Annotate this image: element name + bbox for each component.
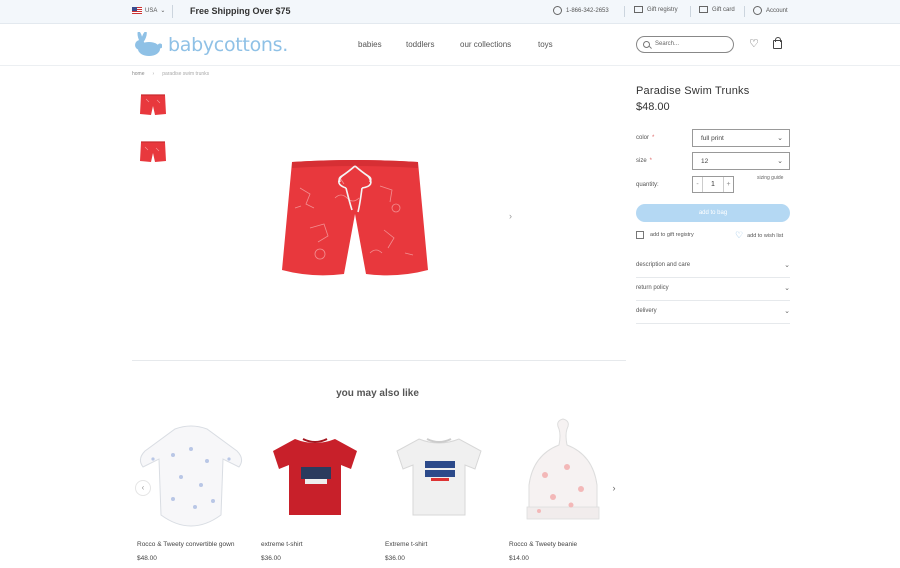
- nav-toys[interactable]: toys: [538, 40, 553, 49]
- divider: [744, 6, 745, 17]
- nav-toddlers[interactable]: toddlers: [406, 40, 434, 49]
- account-link[interactable]: Account: [753, 6, 788, 15]
- qty-value[interactable]: 1: [703, 177, 723, 192]
- color-select[interactable]: full print ⌄: [692, 129, 790, 147]
- gift-icon: [634, 6, 643, 13]
- rec-product-price: $36.00: [385, 555, 405, 562]
- search-placeholder: Search...: [655, 41, 680, 47]
- logo-text: babycottons.: [168, 34, 288, 56]
- accordion-return-policy[interactable]: return policy ⌄: [636, 278, 790, 301]
- gift-card-link[interactable]: Gift card: [699, 6, 735, 13]
- add-to-bag-button[interactable]: add to bag: [636, 204, 790, 222]
- user-icon: [753, 6, 762, 15]
- shopping-bag-icon[interactable]: [773, 37, 782, 49]
- rec-product-image[interactable]: [381, 415, 497, 531]
- us-flag-icon: [132, 7, 142, 14]
- phone-icon: [553, 6, 562, 15]
- bunny-logo-icon: [135, 32, 162, 56]
- gift-registry-label: Gift registry: [647, 6, 678, 13]
- accordion-description[interactable]: description and care ⌄: [636, 255, 790, 278]
- rec-product-price: $36.00: [261, 555, 281, 562]
- chevron-down-icon: ⌄: [160, 8, 166, 14]
- phone-link[interactable]: 1-866-342-2653: [553, 6, 609, 15]
- accordion-label: delivery: [636, 308, 657, 314]
- recommendations-title: you may also like: [336, 388, 419, 399]
- rec-product-name[interactable]: Extreme t-shirt: [385, 541, 427, 548]
- add-to-wishlist-label: add to wish list: [747, 232, 784, 239]
- rec-product-image[interactable]: [133, 415, 249, 531]
- quantity-label: quantity:: [636, 182, 659, 188]
- rec-product-price: $14.00: [509, 555, 529, 562]
- required-marker: *: [652, 135, 655, 141]
- chevron-down-icon: ⌄: [784, 262, 790, 269]
- gift-registry-link[interactable]: Gift registry: [634, 6, 678, 13]
- account-label: Account: [766, 7, 788, 14]
- country-selector[interactable]: USA ⌄: [132, 7, 165, 14]
- heart-icon: ♡: [735, 230, 744, 240]
- required-marker: *: [649, 158, 653, 164]
- quantity-stepper: - 1 +: [692, 176, 734, 193]
- main-header: babycottons.: [0, 24, 900, 66]
- phone-label: 1-866-342-2653: [566, 7, 609, 14]
- rec-product-price: $48.00: [137, 555, 157, 562]
- product-main-image: [282, 160, 428, 276]
- chevron-right-icon: ›: [152, 71, 155, 77]
- breadcrumb: home › paradise swim trunks: [132, 71, 209, 77]
- divider: [132, 360, 626, 361]
- color-label-text: color: [636, 135, 650, 141]
- rec-product-image[interactable]: [505, 415, 621, 531]
- rec-product-image[interactable]: [257, 415, 373, 531]
- add-to-registry-link[interactable]: add to gift registry: [636, 231, 694, 239]
- divider: [624, 6, 625, 17]
- add-to-wishlist-link[interactable]: ♡ add to wish list: [735, 231, 783, 240]
- rec-product-name[interactable]: Rocco & Tweety convertible gown: [137, 541, 234, 548]
- size-select[interactable]: 12 ⌄: [692, 152, 790, 170]
- carousel-prev-button[interactable]: ‹: [135, 480, 151, 496]
- search-icon: [643, 41, 650, 48]
- country-label: USA: [145, 7, 158, 14]
- chevron-down-icon: ⌄: [777, 135, 783, 142]
- size-label-text: size: [636, 158, 647, 164]
- top-bar: USA ⌄ Free Shipping Over $75 1-866-342-2…: [0, 0, 900, 24]
- thumbnail-back[interactable]: [137, 139, 169, 165]
- gift-card-label: Gift card: [712, 6, 735, 13]
- nav-our-collections[interactable]: our collections: [460, 40, 511, 49]
- color-label: color *: [636, 135, 654, 141]
- sizing-guide-link[interactable]: sizing guide: [757, 175, 783, 181]
- size-label: size *: [636, 158, 652, 164]
- rec-product-name[interactable]: Rocco & Tweety beanie: [509, 541, 577, 548]
- size-select-value: 12: [701, 158, 709, 165]
- registry-icon: [636, 231, 644, 239]
- chevron-down-icon: ⌄: [777, 158, 783, 165]
- accordion-delivery[interactable]: delivery ⌄: [636, 301, 790, 324]
- gallery-next-arrow[interactable]: ›: [509, 211, 512, 221]
- color-select-value: full print: [701, 135, 724, 142]
- accordion-label: description and care: [636, 262, 691, 268]
- search-input[interactable]: Search...: [636, 36, 734, 53]
- shipping-promo: Free Shipping Over $75: [190, 6, 291, 16]
- logo[interactable]: babycottons.: [132, 32, 288, 58]
- add-to-registry-label: add to gift registry: [650, 232, 694, 238]
- thumbnail-front[interactable]: [137, 92, 169, 118]
- qty-increment-button[interactable]: +: [723, 177, 733, 192]
- product-price: $48.00: [636, 101, 670, 113]
- divider: [172, 5, 173, 18]
- breadcrumb-current: paradise swim trunks: [162, 71, 210, 77]
- accordion-label: return policy: [636, 285, 669, 291]
- breadcrumb-home[interactable]: home: [132, 71, 145, 77]
- qty-decrement-button[interactable]: -: [693, 177, 703, 192]
- wishlist-heart-icon[interactable]: ♡: [749, 39, 759, 50]
- rec-product-name[interactable]: extreme t-shirt: [261, 541, 303, 548]
- carousel-next-button[interactable]: ›: [606, 480, 622, 496]
- nav-babies[interactable]: babies: [358, 40, 382, 49]
- chevron-down-icon: ⌄: [784, 285, 790, 292]
- product-title: Paradise Swim Trunks: [636, 85, 750, 97]
- chevron-down-icon: ⌄: [784, 308, 790, 315]
- divider: [690, 6, 691, 17]
- card-icon: [699, 6, 708, 13]
